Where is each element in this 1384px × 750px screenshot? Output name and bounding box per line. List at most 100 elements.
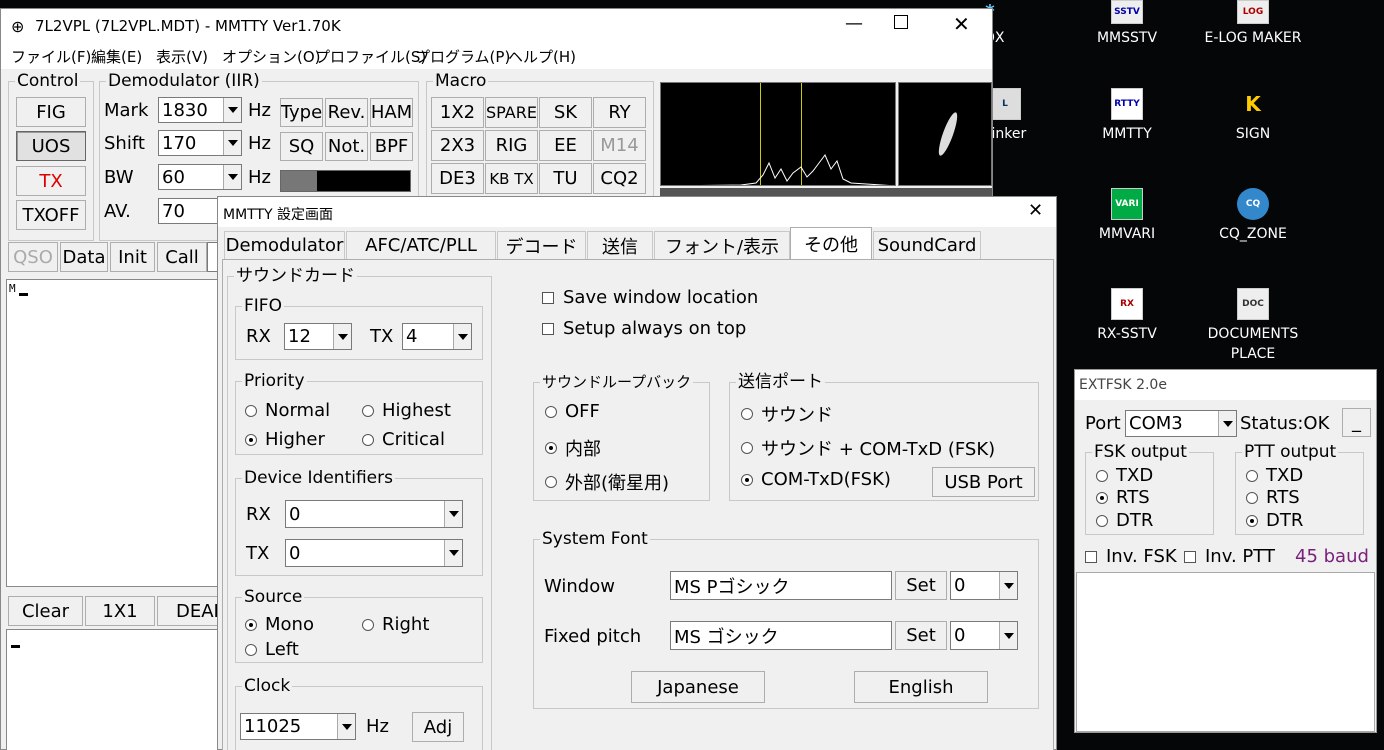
window-font-set-button[interactable]: Set [895, 571, 947, 600]
chevron-down-icon[interactable] [999, 622, 1017, 649]
txport-sound-radio[interactable]: サウンド [741, 401, 833, 427]
adj-button[interactable]: Adj [412, 712, 464, 742]
bw-combo[interactable]: 60 [158, 164, 242, 190]
macro-2x3-button[interactable]: 2X3 [431, 130, 484, 161]
port-combo[interactable]: COM3 [1125, 410, 1237, 437]
desktop-icon-mmvari[interactable]: VARI MMVARI [1067, 188, 1187, 244]
menu-program[interactable]: プログラム(P) [415, 46, 510, 67]
menu-option[interactable]: オプション(O) [222, 46, 321, 67]
tab-other[interactable]: その他 [790, 227, 872, 260]
tx-button[interactable]: TX [16, 166, 86, 196]
fsk-txd-radio[interactable]: TXD [1096, 465, 1153, 486]
dialog-close-icon[interactable]: ✕ [1028, 200, 1043, 221]
macro-tu-button[interactable]: TU [539, 163, 592, 194]
source-mono-radio[interactable]: Mono [245, 614, 314, 635]
source-right-radio[interactable]: Right [362, 614, 429, 635]
init-button[interactable]: Init [110, 242, 155, 272]
desktop-icon-elog[interactable]: LOG E-LOG MAKER [1193, 0, 1313, 48]
tab-demodulator[interactable]: Demodulator [224, 231, 345, 259]
desktop-icon-sign[interactable]: K SIGN [1193, 88, 1313, 144]
japanese-button[interactable]: Japanese [631, 671, 765, 703]
mark-combo[interactable]: 1830 [158, 97, 242, 123]
chevron-down-icon[interactable] [223, 98, 241, 122]
minimize-icon[interactable]: — [839, 13, 869, 34]
tab-soundcard[interactable]: SoundCard [873, 231, 981, 259]
chevron-down-icon[interactable] [223, 165, 241, 189]
chevron-down-icon[interactable] [999, 572, 1017, 599]
txoff-button[interactable]: TXOFF [16, 200, 86, 230]
macro-kbtx-button[interactable]: KB TX [485, 163, 538, 194]
fsk-rts-radio[interactable]: RTS [1096, 487, 1150, 508]
fig-button[interactable]: FIG [16, 97, 86, 127]
desktop-icon-cqzone[interactable]: CQ CQ_ZONE [1193, 188, 1313, 244]
macro-ee-button[interactable]: EE [539, 130, 592, 161]
xy-scope[interactable] [898, 82, 992, 186]
macro-cq2-button[interactable]: CQ2 [593, 163, 646, 194]
priority-normal-radio[interactable]: Normal [245, 400, 330, 421]
tab-font-display[interactable]: フォント/表示 [654, 231, 790, 259]
device-tx-combo[interactable]: 0 [285, 539, 463, 567]
device-rx-combo[interactable]: 0 [285, 500, 463, 528]
sq-button[interactable]: SQ [280, 132, 323, 161]
macro-1x2-button[interactable]: 1X2 [431, 97, 484, 128]
chevron-down-icon[interactable] [333, 324, 351, 349]
clear-button[interactable]: Clear [8, 596, 83, 626]
fifo-rx-combo[interactable]: 12 [284, 323, 352, 350]
maximize-icon[interactable] [894, 15, 908, 29]
rx-text-area[interactable]: M [6, 279, 220, 587]
chevron-down-icon[interactable] [444, 540, 462, 566]
english-button[interactable]: English [854, 671, 988, 703]
setup-always-on-top-checkbox[interactable]: Setup always on top [542, 318, 746, 339]
fixed-font-set-button[interactable]: Set [895, 621, 947, 650]
source-left-radio[interactable]: Left [245, 639, 299, 660]
menu-edit[interactable]: 編集(E) [91, 46, 142, 67]
rev-button[interactable]: Rev. [325, 98, 368, 127]
macro-rig-button[interactable]: RIG [485, 130, 538, 161]
window-font-field[interactable]: MS Pゴシック [670, 571, 892, 600]
ptt-rts-radio[interactable]: RTS [1246, 487, 1300, 508]
tx-text-area[interactable] [6, 629, 220, 750]
chevron-down-icon[interactable] [337, 714, 355, 739]
shift-combo[interactable]: 170 [158, 130, 242, 156]
usb-port-button[interactable]: USB Port [932, 467, 1035, 497]
chevron-down-icon[interactable] [223, 131, 241, 155]
ptt-txd-radio[interactable]: TXD [1246, 465, 1303, 486]
menu-view[interactable]: 表示(V) [156, 46, 208, 67]
window-font-size-combo[interactable]: 0 [950, 571, 1018, 600]
inv-fsk-checkbox[interactable]: Inv. FSK [1085, 546, 1177, 567]
loopback-external-radio[interactable]: 外部(衛星用) [545, 469, 669, 495]
ptt-dtr-radio[interactable]: DTR [1246, 510, 1303, 531]
tab-transmit[interactable]: 送信 [587, 231, 653, 259]
clock-combo[interactable]: 11025 [240, 713, 356, 740]
priority-higher-radio[interactable]: Higher [245, 429, 325, 450]
macro-m14-button[interactable]: M14 [593, 130, 646, 161]
bpf-button[interactable]: BPF [370, 132, 413, 161]
inv-ptt-checkbox[interactable]: Inv. PTT [1184, 546, 1275, 567]
call-button[interactable]: Call [157, 242, 207, 272]
menu-profile[interactable]: プロファイル(S) [315, 46, 426, 67]
desktop-icon-mmsstv[interactable]: SSTV MMSSTV [1067, 0, 1187, 48]
fifo-tx-combo[interactable]: 4 [402, 323, 472, 350]
desktop-icon-rxsstv[interactable]: RX RX-SSTV [1067, 288, 1187, 344]
fixed-font-size-combo[interactable]: 0 [950, 621, 1018, 650]
macro-de3-button[interactable]: DE3 [431, 163, 484, 194]
close-icon[interactable]: ✕ [953, 12, 970, 36]
chevron-down-icon[interactable] [444, 501, 462, 527]
dear-button[interactable]: DEAR [157, 596, 219, 626]
fsk-dtr-radio[interactable]: DTR [1096, 510, 1153, 531]
desktop-icon-documents[interactable]: DOC DOCUMENTS PLACE [1193, 288, 1313, 364]
ham-button[interactable]: HAM [370, 98, 413, 127]
macro-ry-button[interactable]: RY [593, 97, 646, 128]
tab-decode[interactable]: デコード [497, 231, 586, 259]
chevron-down-icon[interactable] [1218, 411, 1236, 436]
spectrum-display[interactable] [660, 82, 896, 186]
menu-file[interactable]: ファイル(F) [11, 46, 91, 67]
minimize-button[interactable]: _ [1342, 408, 1371, 437]
macro-sk-button[interactable]: SK [539, 97, 592, 128]
notch-button[interactable]: Not. [325, 132, 368, 161]
fixed-font-field[interactable]: MS ゴシック [670, 621, 892, 650]
loopback-off-radio[interactable]: OFF [545, 401, 600, 422]
type-button[interactable]: Type [280, 98, 323, 127]
priority-highest-radio[interactable]: Highest [362, 400, 451, 421]
menu-help[interactable]: ヘルプ(H) [508, 46, 576, 67]
